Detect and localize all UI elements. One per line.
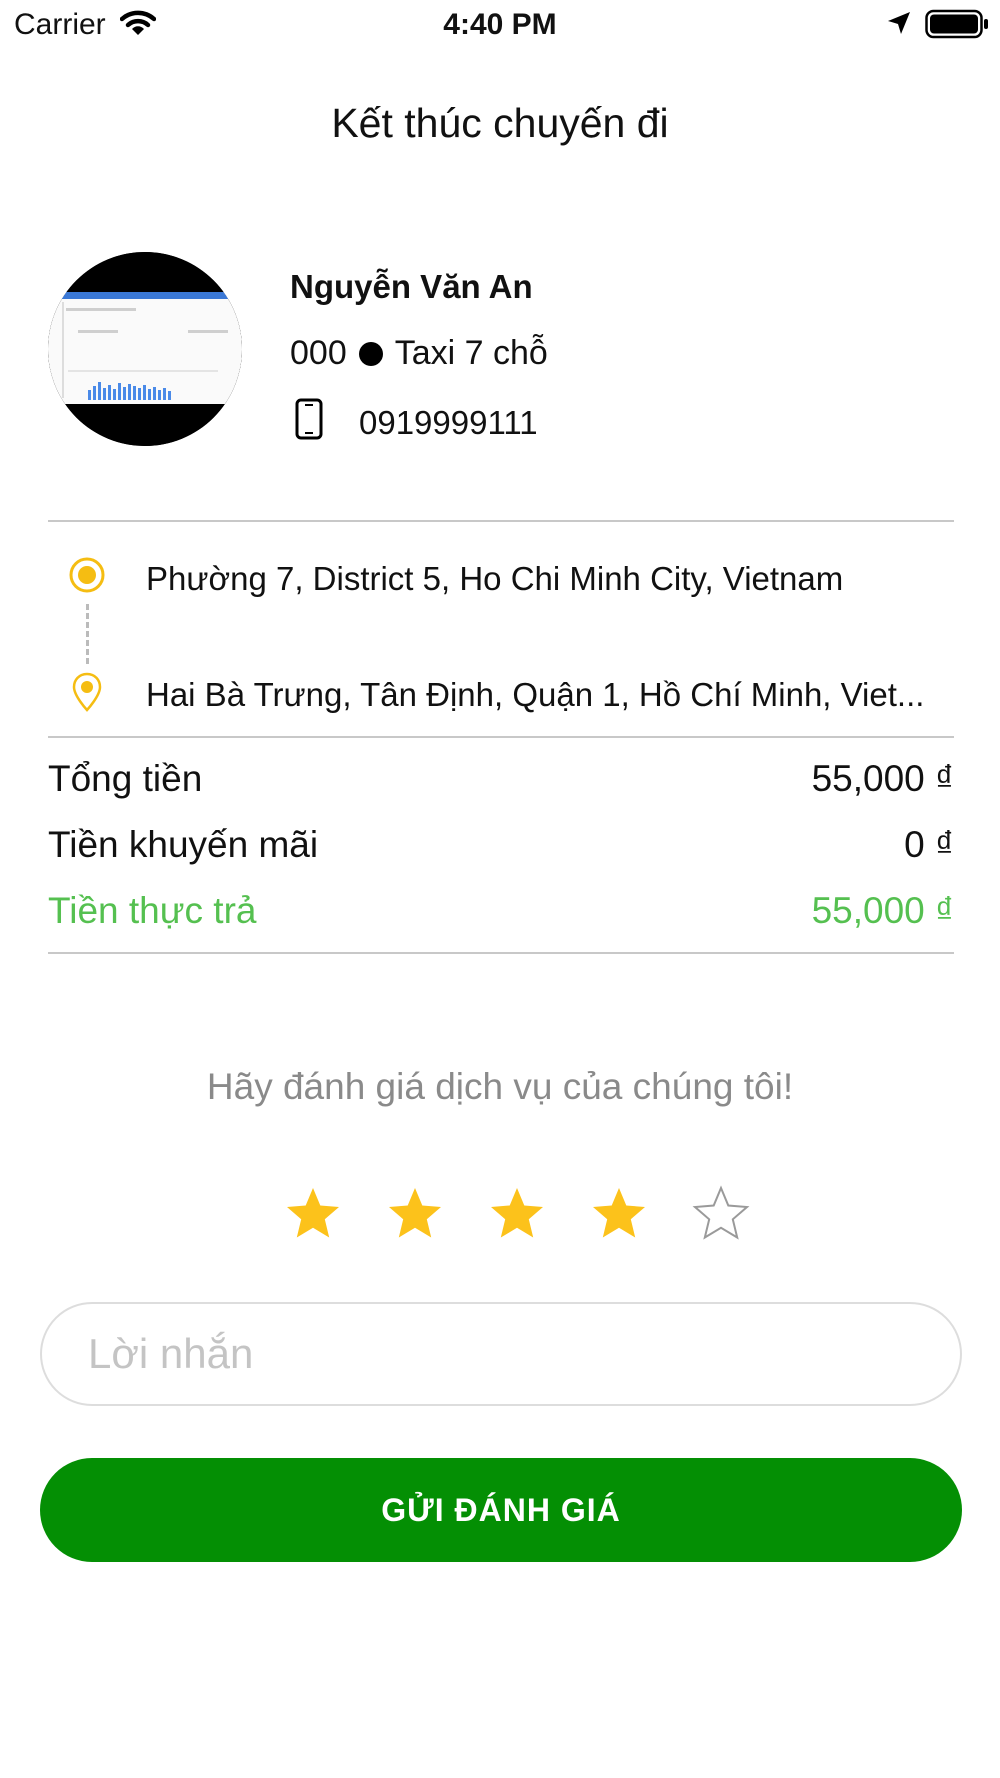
vehicle-type: Taxi 7 chỗ [394, 334, 548, 372]
route-connector [86, 604, 89, 664]
page-title: Kết thúc chuyến đi [331, 100, 669, 146]
fare-total-label: Tổng tiền [48, 758, 203, 799]
driver-name: Nguyễn Văn An [290, 268, 533, 305]
divider [48, 736, 954, 738]
phone-icon [295, 398, 323, 448]
fare-discount-value: 0 ₫ [904, 824, 954, 865]
divider [48, 520, 954, 522]
destination-pin-icon [72, 672, 102, 717]
phone-row[interactable]: 0919999111 [295, 398, 538, 448]
status-bar: Carrier 4:40 PM [0, 0, 1000, 50]
star-rating[interactable] [262, 1178, 772, 1248]
vehicle-info: 000 Taxi 7 chỗ [290, 334, 548, 373]
star-filled-icon[interactable] [364, 1178, 466, 1248]
star-filled-icon[interactable] [262, 1178, 364, 1248]
fare-paid-value: 55,000 ₫ [811, 890, 954, 931]
fare-paid-label: Tiền thực trả [48, 890, 257, 931]
star-filled-icon[interactable] [466, 1178, 568, 1248]
rating-prompt: Hãy đánh giá dịch vụ của chúng tôi! [206, 1066, 794, 1107]
origin-marker-icon [68, 556, 106, 599]
fare-paid-row: Tiền thực trả 55,000 ₫ [48, 890, 954, 932]
status-time: 4:40 PM [443, 8, 557, 41]
battery-icon [925, 9, 989, 44]
submit-rating-button[interactable]: GỬI ĐÁNH GIÁ [40, 1458, 962, 1562]
vehicle-plate: 000 [290, 334, 347, 372]
phone-number[interactable]: 0919999111 [359, 404, 538, 442]
separator-dot [358, 341, 383, 366]
star-empty-icon[interactable] [670, 1178, 772, 1248]
divider [48, 952, 954, 954]
avatar[interactable] [48, 252, 242, 446]
star-filled-icon[interactable] [568, 1178, 670, 1248]
destination-address: Hai Bà Trưng, Tân Định, Quận 1, Hồ Chí M… [146, 676, 925, 713]
fare-discount-row: Tiền khuyến mãi 0 ₫ [48, 824, 954, 866]
message-input[interactable] [40, 1302, 962, 1406]
fare-discount-label: Tiền khuyến mãi [48, 824, 319, 865]
fare-total-value: 55,000 ₫ [811, 758, 954, 799]
fare-total-row: Tổng tiền 55,000 ₫ [48, 758, 954, 800]
location-arrow-icon [886, 10, 912, 41]
origin-address: Phường 7, District 5, Ho Chi Minh City, … [146, 560, 844, 597]
